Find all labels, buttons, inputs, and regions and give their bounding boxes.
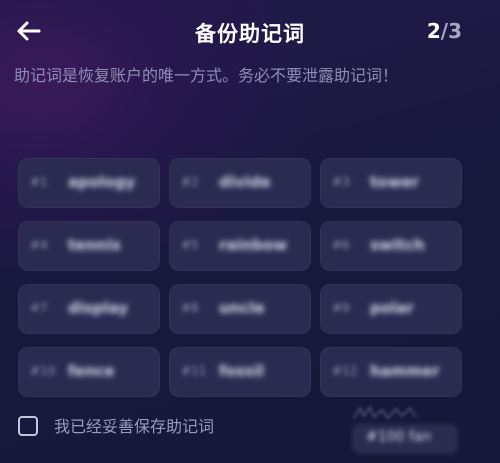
word-text: rainbow <box>219 236 288 254</box>
step-total: /3 <box>440 19 462 43</box>
word-text: display <box>68 299 129 317</box>
checkbox-box[interactable] <box>18 416 38 436</box>
word-index: #11 <box>181 364 207 378</box>
word-index: #6 <box>332 238 350 252</box>
confirm-label: 我已经妥善保存助记词 <box>54 417 215 436</box>
mnemonic-word-11[interactable]: #11 fossil <box>169 347 311 397</box>
warning-text: 助记词是恢复账户的唯一方式。务必不要泄露助记词！ <box>14 66 399 85</box>
word-index: #10 <box>30 364 56 378</box>
word-text: polar <box>370 299 414 317</box>
word-text: tennis <box>68 236 121 254</box>
header: 备份助记词 2/3 <box>0 0 500 62</box>
page-title: 备份助记词 <box>195 22 305 46</box>
floating-tag: #100 fan <box>352 424 458 454</box>
word-index: #9 <box>332 301 350 315</box>
word-index: #2 <box>181 175 199 189</box>
mnemonic-word-2[interactable]: #2 divide <box>169 158 311 208</box>
word-text: apology <box>68 173 136 191</box>
mnemonic-word-9[interactable]: #9 polar <box>320 284 462 334</box>
mnemonic-word-7[interactable]: #7 display <box>18 284 160 334</box>
word-index: #5 <box>181 238 199 252</box>
word-index: #4 <box>30 238 48 252</box>
step-current: 2 <box>426 19 441 43</box>
word-index: #8 <box>181 301 199 315</box>
mnemonic-word-6[interactable]: #6 switch <box>320 221 462 271</box>
watermark-icon <box>350 404 420 422</box>
word-text: fence <box>68 362 115 380</box>
word-text: divide <box>219 173 271 191</box>
mnemonic-word-12[interactable]: #12 hammer <box>320 347 462 397</box>
word-text: tower <box>370 173 419 191</box>
mnemonic-word-3[interactable]: #3 tower <box>320 158 462 208</box>
mnemonic-word-5[interactable]: #5 rainbow <box>169 221 311 271</box>
step-indicator: 2/3 <box>427 19 462 43</box>
word-text: hammer <box>370 362 440 380</box>
mnemonic-word-1[interactable]: #1 apology <box>18 158 160 208</box>
word-index: #1 <box>30 175 48 189</box>
word-index: #3 <box>332 175 350 189</box>
word-text: switch <box>370 236 425 254</box>
mnemonic-word-4[interactable]: #4 tennis <box>18 221 160 271</box>
word-text: uncle <box>219 299 265 317</box>
word-text: fossil <box>219 362 264 380</box>
word-index: #12 <box>332 364 358 378</box>
word-index: #7 <box>30 301 48 315</box>
mnemonic-word-10[interactable]: #10 fence <box>18 347 160 397</box>
mnemonic-word-8[interactable]: #8 uncle <box>169 284 311 334</box>
floating-tag-text: #100 fan <box>366 429 432 445</box>
